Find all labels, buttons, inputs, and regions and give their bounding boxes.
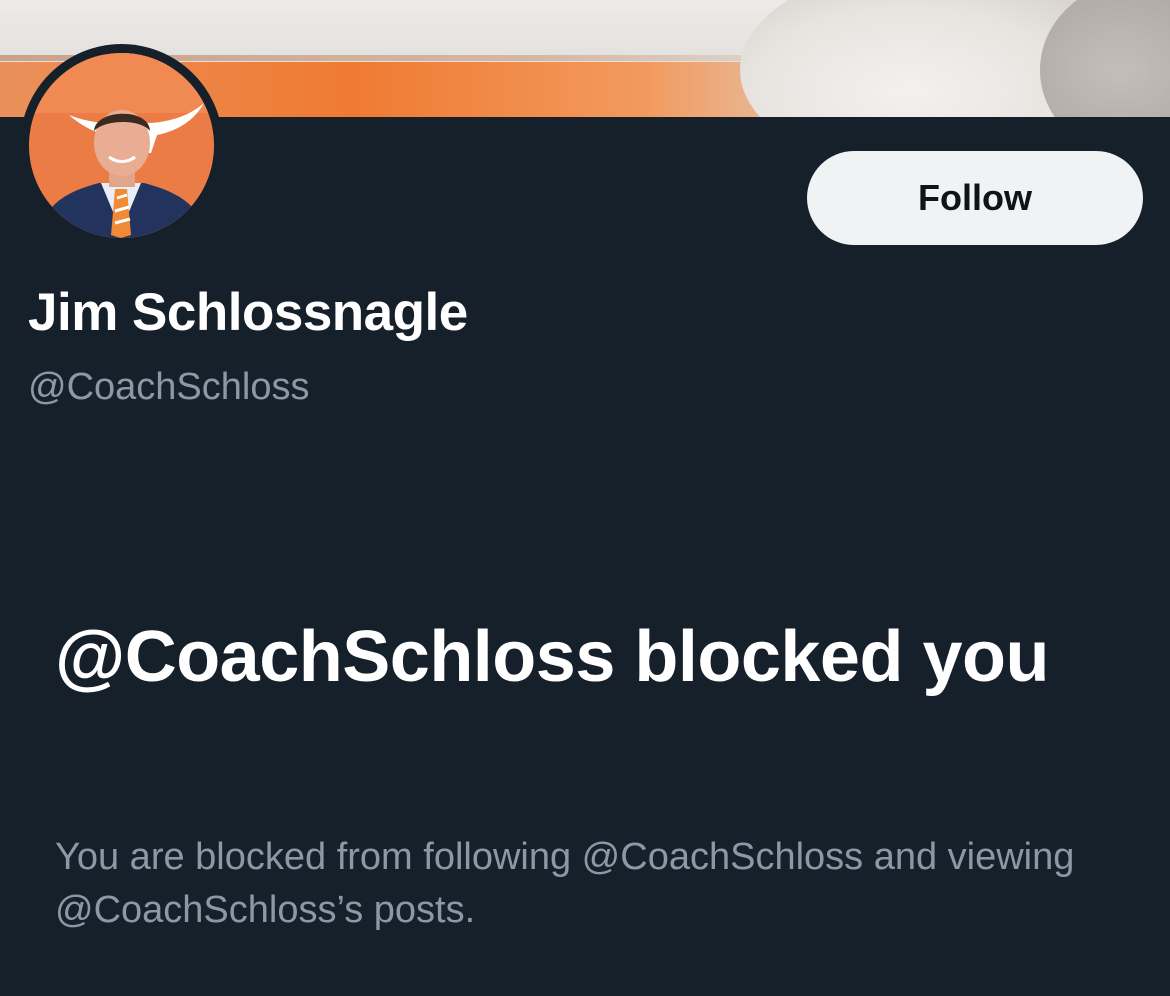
blocked-title: @CoachSchloss blocked you [55, 617, 1049, 697]
follow-button[interactable]: Follow [807, 151, 1143, 245]
avatar-frame[interactable] [20, 44, 223, 247]
blocked-description: You are blocked from following @CoachSch… [55, 836, 1075, 931]
avatar[interactable] [29, 53, 214, 238]
avatar-image [29, 53, 214, 238]
profile-display-name: Jim Schlossnagle [28, 283, 468, 342]
profile-handle: @CoachSchloss [28, 366, 310, 408]
banner-decoration [1040, 0, 1170, 117]
